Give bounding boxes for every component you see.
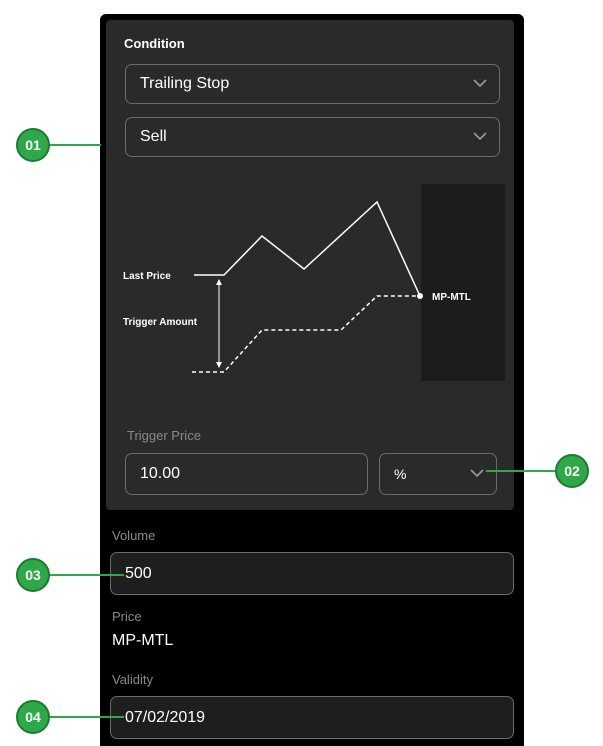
callout-line-04 (48, 716, 124, 718)
trigger-price-value: 10.00 (140, 465, 181, 482)
callout-badge-04: 04 (16, 700, 50, 734)
volume-input[interactable]: 500 (110, 552, 514, 595)
validity-label: Validity (112, 672, 153, 687)
callout-badge-01: 01 (16, 128, 50, 162)
trigger-unit-value: % (394, 466, 407, 482)
callout-line-01 (48, 144, 101, 146)
condition-title: Condition (124, 36, 185, 51)
arrow-head-down (216, 362, 222, 368)
trigger-price-label: Trigger Price (127, 428, 201, 443)
trigger-line (192, 295, 420, 373)
chevron-down-icon (470, 469, 484, 477)
price-line (194, 200, 421, 297)
trigger-unit-select[interactable]: % (379, 453, 497, 495)
side-select[interactable]: Sell (125, 117, 500, 157)
callout-badge-03: 03 (16, 558, 50, 592)
trigger-amount-label: Trigger Amount (123, 317, 198, 328)
trigger-price-input[interactable]: 10.00 (125, 453, 368, 495)
condition-type-select[interactable]: Trailing Stop (125, 64, 500, 104)
chevron-down-icon (473, 79, 487, 87)
volume-label: Volume (112, 528, 156, 543)
condition-type-value: Trailing Stop (140, 75, 230, 92)
arrow-head-up (216, 279, 222, 285)
price-label: Price (112, 609, 142, 624)
end-point (417, 293, 423, 299)
last-price-label: Last Price (123, 271, 171, 282)
diagram-shade (421, 184, 505, 381)
volume-value: 500 (125, 564, 152, 582)
side-value: Sell (140, 128, 167, 145)
validity-input[interactable]: 07/02/2019 (110, 696, 514, 739)
end-label: MP-MTL (432, 292, 471, 303)
price-value: MP-MTL (112, 632, 174, 649)
chevron-down-icon (473, 132, 487, 140)
callout-badge-02: 02 (555, 454, 589, 488)
callout-line-02 (486, 470, 556, 472)
validity-value: 07/02/2019 (125, 708, 206, 726)
trailing-stop-diagram: Last Price Trigger Amount MP-MTL (123, 184, 505, 381)
callout-line-03 (48, 574, 124, 576)
